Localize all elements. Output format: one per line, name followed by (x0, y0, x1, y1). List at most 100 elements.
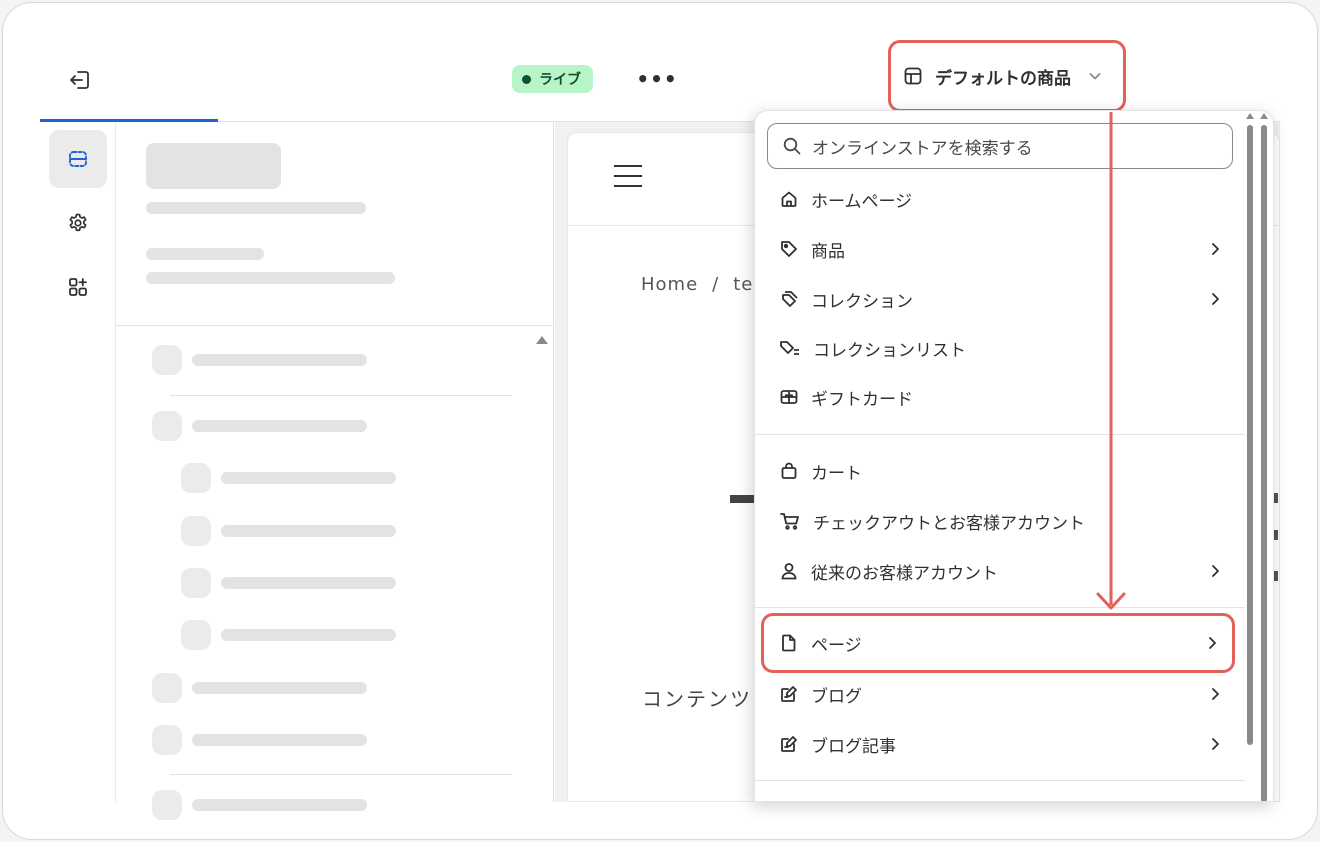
skeleton-icon (152, 411, 182, 441)
breadcrumb-separator: / (712, 274, 720, 295)
live-badge-label: ライブ (539, 72, 581, 88)
skeleton-divider (170, 395, 512, 396)
hamburger-menu-icon[interactable] (614, 165, 642, 187)
menu-item-gift-card[interactable]: ギフトカード (765, 376, 1235, 418)
menu-item-label: ブログ記事 (811, 736, 896, 757)
collection-icon (782, 291, 798, 307)
skeleton-line (192, 420, 367, 432)
menu-item-legacy-accounts[interactable]: 従来のお客様アカウント (765, 550, 1235, 592)
skeleton-icon (181, 463, 211, 493)
menu-item-blog[interactable]: ブログ (765, 673, 1235, 715)
menu-item-collections[interactable]: コレクション (765, 278, 1235, 320)
scroll-up-arrow-icon[interactable] (1246, 113, 1254, 119)
chevron-right-icon (1209, 637, 1216, 649)
sidebar-loading-skeleton (116, 122, 554, 820)
skeleton-line (146, 272, 395, 284)
skeleton-line (192, 734, 367, 746)
skeleton-icon (152, 345, 182, 375)
sections-icon (69, 151, 87, 167)
menu-item-label: ブログ (811, 686, 862, 707)
menu-item-label: ホームページ (811, 191, 913, 212)
exit-button[interactable] (64, 64, 96, 96)
skeleton-divider (170, 774, 512, 775)
bag-icon (781, 462, 797, 479)
menu-item-label: コレクション (811, 291, 913, 312)
breadcrumb-current: te (733, 274, 754, 295)
layout-template-icon (904, 67, 922, 85)
dropdown-scrollbar-thumb[interactable] (1247, 125, 1253, 745)
skeleton-line (192, 799, 367, 811)
menu-item-pages[interactable]: ページ (761, 613, 1235, 673)
menu-divider (755, 607, 1245, 608)
menu-item-collection-list[interactable]: コレクションリスト (765, 327, 1235, 369)
skeleton-line (221, 629, 396, 641)
chevron-right-icon (1212, 688, 1219, 700)
skeleton-icon (181, 516, 211, 546)
sections-button[interactable] (49, 130, 107, 188)
template-selector-label: デフォルトの商品 (935, 68, 1071, 89)
menu-item-label: チェックアウトとお客様アカウント (813, 513, 1085, 534)
chevron-right-icon (1212, 243, 1219, 255)
menu-item-homepage[interactable]: ホームページ (765, 178, 1235, 220)
apps-button[interactable] (49, 258, 107, 316)
chevron-right-icon (1212, 293, 1219, 305)
more-actions-button[interactable]: ••• (636, 64, 676, 94)
skeleton-line (146, 202, 366, 214)
live-status-badge: ライブ (512, 65, 593, 93)
menu-item-label: ページ (811, 635, 862, 656)
menu-item-label: 従来のお客様アカウント (811, 563, 998, 584)
chevron-right-icon (1212, 738, 1219, 750)
tag-icon (781, 241, 797, 257)
live-dot-icon (522, 74, 531, 84)
skeleton-icon (152, 673, 182, 703)
skeleton-icon (181, 568, 211, 598)
chevron-down-icon (1089, 73, 1101, 80)
skeleton-line (221, 577, 396, 589)
outer-scrollbar-thumb[interactable] (1261, 125, 1267, 801)
page-icon (782, 634, 796, 652)
blog-post-icon (781, 736, 797, 752)
exit-icon (70, 71, 89, 89)
skeleton-title-block (146, 143, 281, 189)
breadcrumb-home-link[interactable]: Home (641, 274, 698, 295)
sidebar-divider (116, 325, 554, 326)
ellipsis-icon: ••• (636, 67, 678, 91)
blog-icon (781, 686, 797, 702)
cart-icon (780, 513, 799, 530)
menu-item-products[interactable]: 商品 (765, 228, 1235, 270)
preview-breadcrumb: Home / te (641, 274, 753, 295)
template-dropdown-menu: オンラインストアを検索する ホームページ 商品 コレクション コレクションリスト… (754, 110, 1274, 802)
scroll-up-arrow-icon[interactable] (536, 336, 548, 344)
skeleton-icon (152, 790, 182, 820)
skeleton-icon (152, 725, 182, 755)
menu-item-blog-posts[interactable]: ブログ記事 (765, 723, 1235, 765)
search-icon (783, 137, 801, 155)
template-search-input[interactable]: オンラインストアを検索する (767, 123, 1233, 169)
search-placeholder: オンラインストアを検索する (812, 138, 1033, 159)
apps-add-icon (69, 278, 87, 296)
menu-item-label: コレクションリスト (813, 340, 966, 361)
scroll-up-arrow-icon[interactable] (1260, 113, 1268, 119)
home-icon (781, 191, 797, 207)
menu-item-cart[interactable]: カート (765, 450, 1235, 492)
menu-divider (755, 434, 1245, 435)
menu-item-label: 商品 (811, 241, 845, 262)
menu-item-label: ギフトカード (811, 389, 913, 410)
template-selector[interactable]: デフォルトの商品 (888, 40, 1126, 112)
chevron-right-icon (1212, 565, 1219, 577)
preview-content-text: コンテンツ (642, 687, 752, 711)
menu-divider (755, 780, 1245, 781)
gear-icon (69, 213, 87, 232)
skeleton-icon (181, 620, 211, 650)
gift-card-icon (780, 390, 798, 404)
left-icon-rail (40, 122, 116, 802)
person-icon (781, 563, 797, 580)
skeleton-line (192, 682, 367, 694)
menu-item-checkout-accounts[interactable]: チェックアウトとお客様アカウント (765, 500, 1235, 542)
menu-item-label: カート (811, 463, 862, 484)
collection-list-icon (780, 341, 799, 355)
theme-settings-button[interactable] (49, 194, 107, 252)
skeleton-line (221, 472, 396, 484)
skeleton-line (146, 248, 264, 260)
skeleton-line (192, 354, 367, 366)
